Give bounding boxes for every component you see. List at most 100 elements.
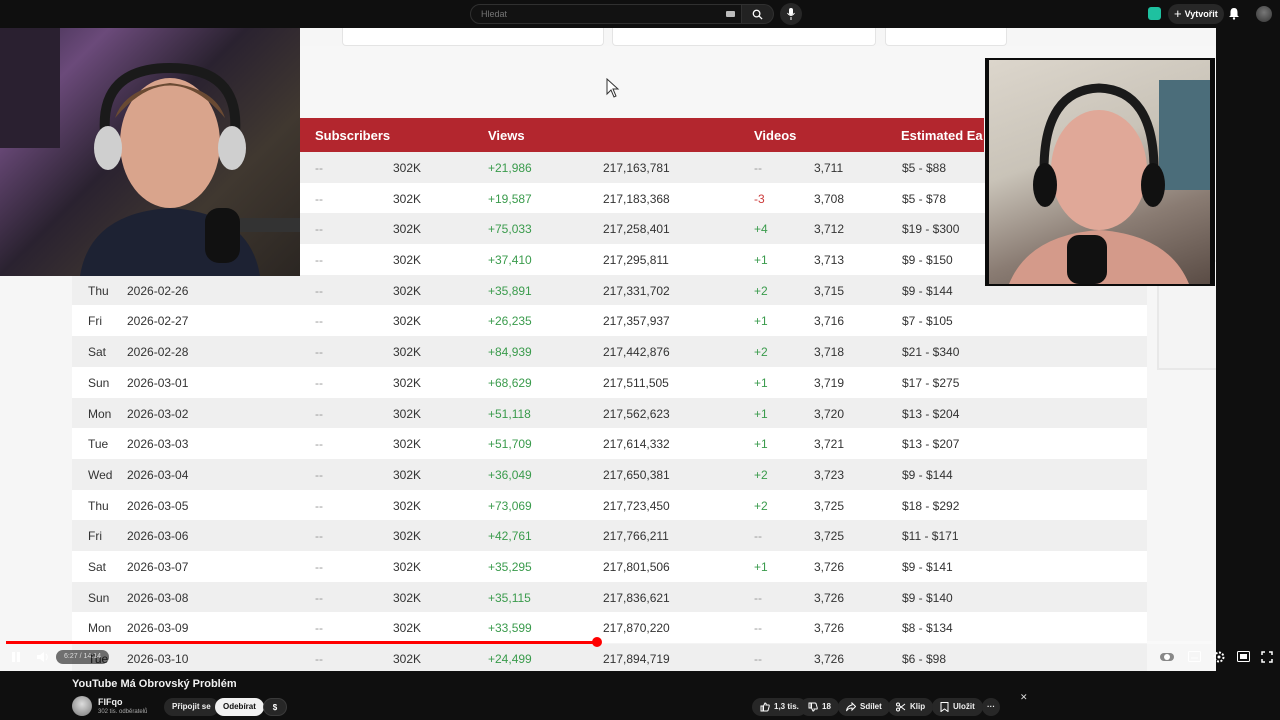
subscriber-count-cell: 302K: [393, 314, 422, 329]
thanks-button[interactable]: $: [263, 698, 287, 716]
date-cell: 2026-03-03: [127, 437, 189, 452]
date-cell: 2026-02-26: [127, 283, 189, 298]
videos-change-cell: +2: [754, 498, 768, 513]
time-display: 6:27 / 14:14: [56, 650, 109, 664]
views-change-cell: +33,599: [488, 621, 532, 636]
stat-cards-strip: [300, 28, 1216, 46]
views-total-cell: 217,295,811: [603, 253, 669, 268]
subscriber-count-cell: 302K: [393, 253, 422, 268]
views-change-cell: +68,629: [488, 375, 532, 390]
table-row: Fri 2026-03-06 -- 302K +42,761 217,766,211 -- 3…: [72, 520, 1147, 551]
date-cell: 2026-03-02: [127, 406, 189, 421]
day-cell: Mon: [88, 621, 112, 636]
table-row: Mon 2026-03-02 -- 302K +51,118 217,562,623 +1 3…: [72, 397, 1147, 429]
voice-search-button[interactable]: [780, 3, 802, 25]
views-change-cell: +35,115: [488, 590, 531, 605]
settings-gear-icon[interactable]: [1213, 651, 1225, 663]
videos-total-cell: 3,726: [814, 559, 845, 574]
table-row: Sun 2026-03-08 -- 302K +35,115 217,836,621 -- 3…: [72, 581, 1147, 613]
pause-icon[interactable]: [11, 651, 21, 663]
videos-change-cell: +2: [754, 345, 768, 360]
subscriber-count-cell: 302K: [393, 529, 422, 544]
videos-total-cell: 3,715: [814, 283, 845, 298]
dislike-button[interactable]: 18: [800, 698, 839, 716]
table-row: Sat 2026-03-07 -- 302K +35,295 217,801,506 +1 3…: [72, 550, 1147, 582]
join-button[interactable]: Připojit se: [164, 698, 219, 716]
date-cell: 2026-03-04: [127, 467, 189, 482]
stat-card: [342, 28, 604, 46]
sidebar-channel-logo-icon[interactable]: ✕: [1020, 692, 1028, 703]
subscriber-change-cell: --: [315, 253, 323, 268]
header-views: Views: [488, 128, 525, 143]
subscriber-count-cell: 302K: [393, 406, 422, 421]
subscriber-change-cell: --: [315, 161, 323, 175]
subscriber-change-cell: --: [315, 191, 323, 206]
search-icon: [752, 9, 763, 20]
clip-label: Klip: [910, 702, 926, 711]
views-change-cell: +73,069: [488, 498, 532, 513]
share-button[interactable]: Sdílet: [838, 698, 890, 716]
subtitles-icon[interactable]: [1188, 651, 1201, 662]
estimated-earnings-cell: $21 - $340: [902, 345, 960, 360]
share-label: Sdílet: [860, 702, 882, 711]
subscribe-button[interactable]: Odebírat: [215, 698, 264, 716]
more-icon: ···: [987, 702, 995, 711]
webcam-overlay-right: [985, 58, 1215, 286]
date-cell: 2026-02-27: [127, 314, 189, 329]
account-avatar[interactable]: [1256, 6, 1272, 22]
videos-change-cell: +4: [754, 222, 768, 237]
share-icon: [846, 702, 856, 712]
extension-icon[interactable]: [1148, 7, 1161, 20]
subscriber-count-cell: 302K: [393, 467, 422, 482]
views-change-cell: +51,118: [488, 406, 531, 421]
day-cell: Thu: [88, 498, 109, 513]
header-subscribers: Subscribers: [315, 128, 391, 143]
date-cell: 2026-03-01: [127, 375, 189, 390]
estimated-earnings-cell: $9 - $141: [902, 559, 953, 574]
keyboard-icon[interactable]: [726, 11, 735, 17]
search-input[interactable]: [479, 8, 713, 20]
table-header: Subscribers Views Videos Estimated Ea: [300, 118, 984, 152]
views-total-cell: 217,870,220: [603, 621, 670, 636]
channel-avatar[interactable]: [72, 696, 92, 716]
autoplay-toggle-icon[interactable]: [1160, 651, 1174, 663]
subscriber-count-cell: 302K: [393, 498, 422, 513]
videos-change-cell: +1: [754, 559, 768, 574]
like-button[interactable]: 1,3 tis.: [752, 698, 807, 716]
miniplayer-icon[interactable]: [1237, 651, 1250, 662]
subscriber-count-cell: 302K: [393, 375, 422, 390]
subscriber-change-cell: --: [315, 559, 323, 574]
search-button[interactable]: [742, 4, 774, 24]
video-player[interactable]: Subscribers Views Videos Estimated Ea --…: [0, 28, 1216, 671]
videos-change-cell: +1: [754, 253, 768, 268]
scissors-icon: [896, 702, 906, 712]
more-actions-button[interactable]: ···: [982, 698, 1000, 716]
search-box[interactable]: [470, 4, 742, 24]
seek-bar[interactable]: [6, 637, 1212, 647]
estimated-earnings-cell: $7 - $105: [902, 314, 953, 329]
subscriber-change-cell: --: [315, 283, 323, 298]
header-videos: Videos: [754, 128, 797, 143]
views-total-cell: 217,766,211: [603, 529, 669, 544]
subscriber-count-cell: 302K: [393, 559, 422, 574]
views-change-cell: +19,587: [488, 191, 532, 206]
subscriber-count-cell: 302K: [393, 437, 422, 452]
views-change-cell: +37,410: [488, 253, 532, 268]
notifications-bell-icon[interactable]: [1228, 7, 1240, 20]
table-row: Fri 2026-02-27 -- 302K +26,235 217,357,937 +1 3…: [72, 305, 1147, 337]
subscriber-change-cell: --: [315, 529, 323, 544]
clip-button[interactable]: Klip: [888, 698, 934, 716]
volume-icon[interactable]: [36, 651, 49, 663]
videos-total-cell: 3,723: [814, 467, 845, 482]
create-button[interactable]: + Vytvořit: [1168, 4, 1224, 24]
fullscreen-icon[interactable]: [1261, 651, 1273, 663]
subscriber-change-cell: --: [315, 621, 323, 636]
videos-change-cell: -3: [754, 191, 765, 206]
videos-change-cell: +2: [754, 283, 768, 298]
guest-silhouette: [1009, 80, 1210, 284]
day-cell: Sun: [88, 590, 110, 605]
save-button[interactable]: Uložit: [932, 698, 983, 716]
stat-card: [885, 28, 1007, 46]
channel-name[interactable]: FIFqo: [98, 697, 123, 707]
views-total-cell: 217,357,937: [603, 314, 670, 329]
